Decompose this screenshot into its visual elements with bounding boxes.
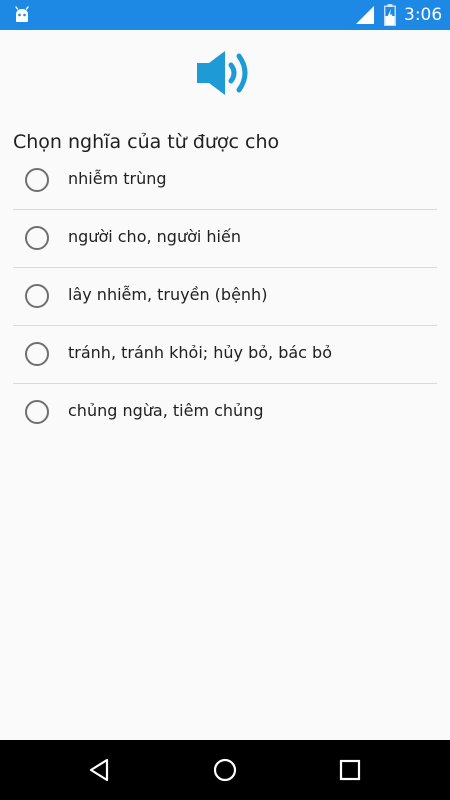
radio-button[interactable] <box>25 284 49 308</box>
answer-option[interactable]: tránh, tránh khỏi; hủy bỏ, bác bỏ <box>13 326 437 384</box>
home-icon <box>213 758 237 782</box>
speaker-button[interactable] <box>190 48 258 98</box>
back-icon <box>89 758 109 782</box>
radio-button[interactable] <box>25 226 49 250</box>
answer-option-label: lây nhiễm, truyền (bệnh) <box>68 285 268 304</box>
answer-option[interactable]: lây nhiễm, truyền (bệnh) <box>13 268 437 326</box>
answer-option-label: chủng ngừa, tiêm chủng <box>68 401 264 420</box>
answer-option[interactable]: người cho, người hiến <box>13 210 437 268</box>
recents-icon <box>339 759 361 781</box>
battery-charging-icon <box>384 4 396 26</box>
android-icon <box>15 6 29 22</box>
radio-button[interactable] <box>25 400 49 424</box>
answer-option[interactable]: nhiễm trùng <box>13 152 437 210</box>
status-clock: 3:06 <box>404 5 443 25</box>
status-bar: 3:06 <box>0 0 450 30</box>
answer-option-label: tránh, tránh khỏi; hủy bỏ, bác bỏ <box>68 343 332 362</box>
answer-option-label: người cho, người hiến <box>68 227 241 246</box>
back-button[interactable] <box>84 754 116 786</box>
recents-button[interactable] <box>334 754 366 786</box>
screen: 3:06 Chọn nghĩa của từ được cho nhiễm tr… <box>0 0 450 800</box>
home-button[interactable] <box>209 754 241 786</box>
signal-icon <box>356 6 374 24</box>
radio-button[interactable] <box>25 168 49 192</box>
answer-option-label: nhiễm trùng <box>68 169 167 188</box>
navigation-bar <box>0 740 450 800</box>
answer-options: nhiễm trùng người cho, người hiến lây nh… <box>13 152 437 441</box>
question-prompt: Chọn nghĩa của từ được cho <box>13 131 280 153</box>
radio-button[interactable] <box>25 342 49 366</box>
speaker-volume-icon <box>197 51 248 95</box>
answer-option[interactable]: chủng ngừa, tiêm chủng <box>13 384 437 441</box>
